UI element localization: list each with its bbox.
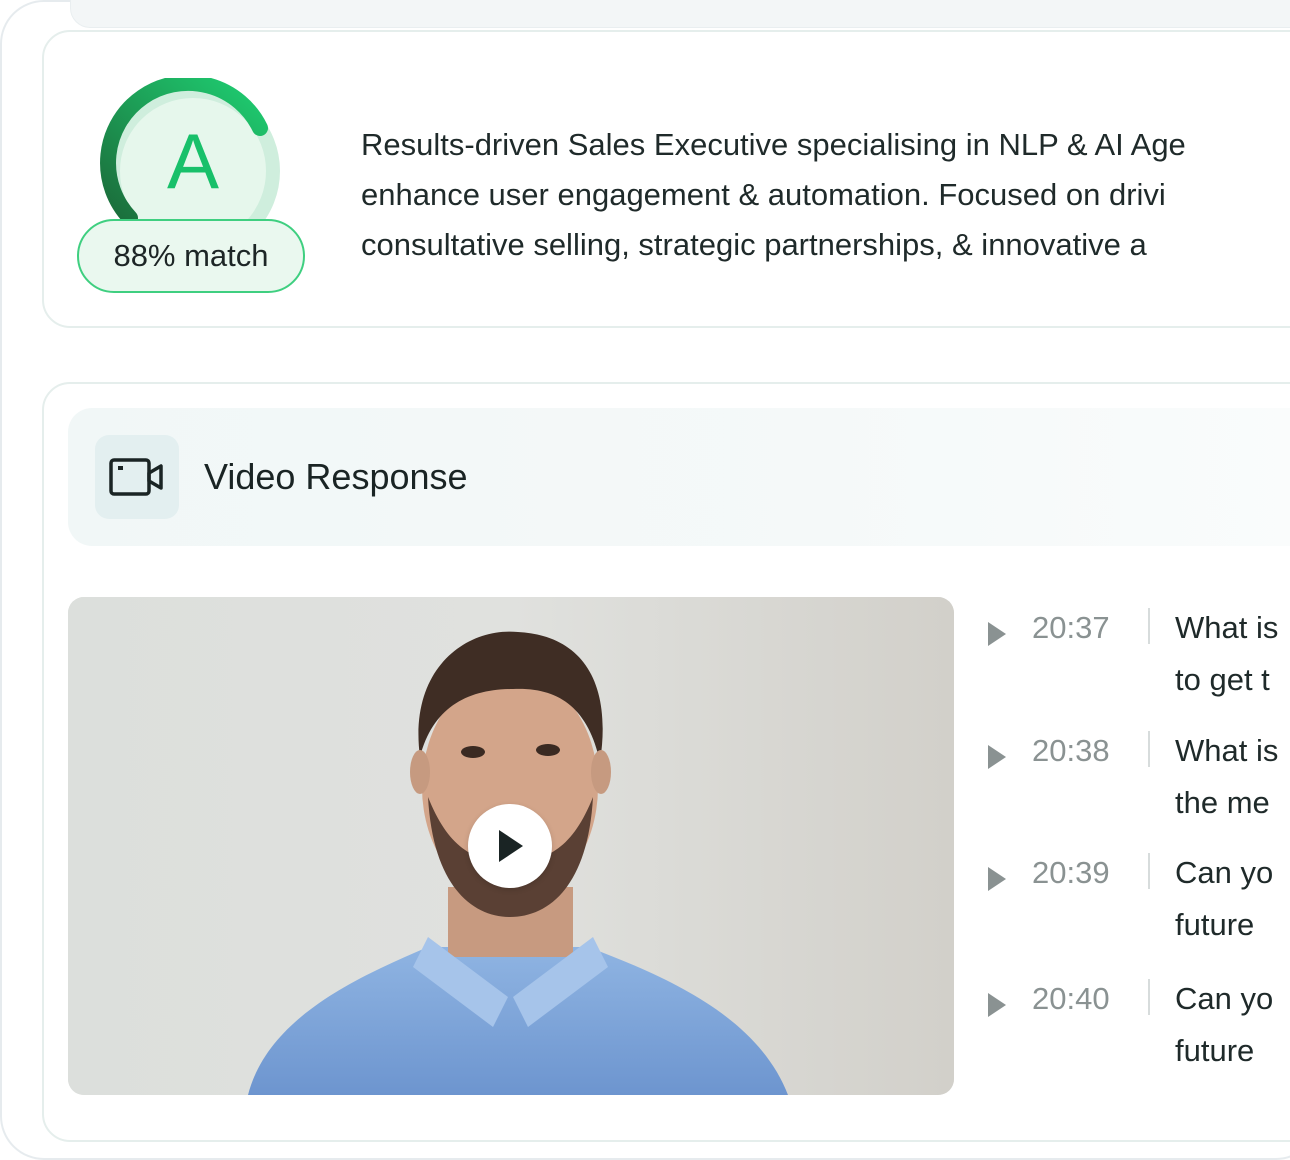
summary-line: consultative selling, strategic partners… <box>361 227 1147 262</box>
video-camera-icon <box>95 435 179 519</box>
question-item[interactable]: 20:39 Can yo future <box>988 853 1290 957</box>
question-line: Can yo <box>1175 981 1274 1016</box>
separator <box>1148 608 1150 644</box>
question-line: to get t <box>1175 662 1270 697</box>
question-timestamp: 20:37 <box>1032 610 1110 645</box>
caret-right-icon <box>988 867 1006 891</box>
question-item[interactable]: 20:40 Can yo future <box>988 979 1290 1083</box>
question-item[interactable]: 20:38 What is the me <box>988 731 1290 835</box>
separator <box>1148 979 1150 1015</box>
question-line: What is <box>1175 733 1279 768</box>
question-line: future <box>1175 907 1255 942</box>
summary-line: Results-driven Sales Executive specialis… <box>361 127 1186 162</box>
separator <box>1148 731 1150 767</box>
question-timestamp: 20:38 <box>1032 733 1110 768</box>
play-button[interactable] <box>468 804 552 888</box>
top-bar <box>70 0 1290 28</box>
match-badge: 88% match <box>77 219 305 293</box>
question-line: What is <box>1175 610 1279 645</box>
question-line: the me <box>1175 785 1270 820</box>
caret-right-icon <box>988 745 1006 769</box>
question-item[interactable]: 20:37 What is to get t <box>988 608 1290 712</box>
grade-letter: A <box>166 117 220 205</box>
candidate-summary: Results-driven Sales Executive specialis… <box>361 120 1290 270</box>
question-timestamp: 20:39 <box>1032 855 1110 890</box>
summary-line: enhance user engagement & automation. Fo… <box>361 177 1166 212</box>
video-section-title: Video Response <box>204 456 468 497</box>
separator <box>1148 853 1150 889</box>
caret-right-icon <box>988 993 1006 1017</box>
question-timestamp: 20:40 <box>1032 981 1110 1016</box>
question-text: What is the me <box>1175 725 1278 829</box>
caret-right-icon <box>988 622 1006 646</box>
question-text: What is to get t <box>1175 602 1278 706</box>
question-line: future <box>1175 1033 1255 1068</box>
play-icon <box>499 830 523 862</box>
question-line: Can yo <box>1175 855 1274 890</box>
question-text: Can yo future <box>1175 973 1273 1077</box>
question-text: Can yo future <box>1175 847 1273 951</box>
